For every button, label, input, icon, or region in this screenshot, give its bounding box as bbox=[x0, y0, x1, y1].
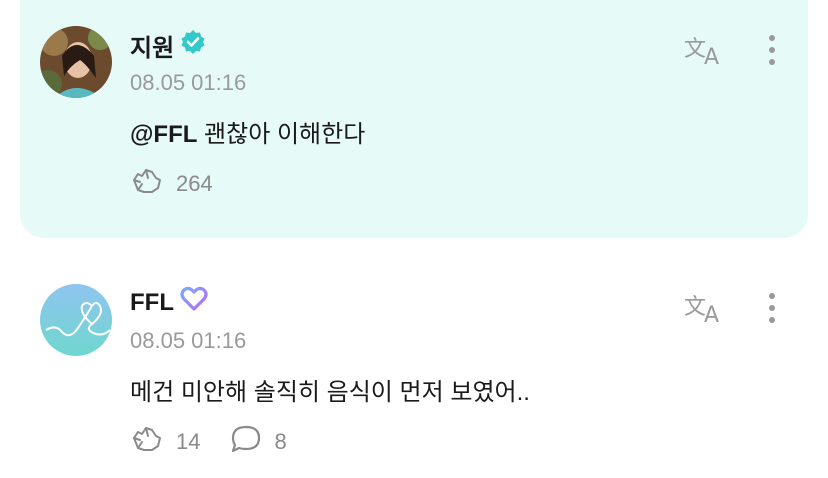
translate-icon[interactable]: 文 A bbox=[684, 32, 726, 70]
heart-badge-icon bbox=[180, 286, 208, 319]
author-name-row: FFL bbox=[130, 286, 208, 319]
svg-text:文: 文 bbox=[684, 37, 706, 62]
comment-count: 8 bbox=[274, 429, 287, 454]
svg-text:文: 文 bbox=[684, 295, 706, 320]
avatar[interactable] bbox=[40, 284, 112, 356]
post-actions: 14 8 bbox=[130, 424, 287, 460]
post-text: 메건 미안해 솔직히 음식이 먼저 보였어.. bbox=[130, 379, 530, 406]
comment-icon bbox=[230, 424, 262, 460]
like-icon bbox=[130, 424, 164, 460]
svg-text:A: A bbox=[704, 45, 719, 66]
like-count: 264 bbox=[176, 171, 213, 196]
timestamp: 08.05 01:16 bbox=[130, 70, 247, 95]
translate-icon[interactable]: 文 A bbox=[684, 290, 726, 328]
comment-button[interactable]: 8 bbox=[230, 424, 287, 460]
post: FFL 08.05 01:16 메건 미안해 솔직히 음식이 먼저 보였어.. bbox=[0, 260, 828, 478]
author-name[interactable]: FFL bbox=[130, 289, 174, 317]
svg-text:A: A bbox=[704, 303, 719, 324]
like-icon bbox=[130, 166, 164, 202]
like-button[interactable]: 14 bbox=[130, 424, 200, 460]
more-options-icon[interactable] bbox=[762, 290, 782, 326]
like-button[interactable]: 264 bbox=[130, 166, 213, 202]
avatar[interactable] bbox=[40, 26, 112, 98]
author-name-row: 지원 bbox=[130, 28, 206, 63]
author-name[interactable]: 지원 bbox=[130, 28, 174, 63]
like-count: 14 bbox=[176, 429, 201, 454]
post-highlighted: 지원 08.05 01:16 @FFL 괜찮아 이해한다 264 文 A bbox=[0, 0, 828, 238]
timestamp: 08.05 01:16 bbox=[130, 328, 247, 353]
post-actions: 264 bbox=[130, 166, 213, 202]
post-text: @FFL 괜찮아 이해한다 bbox=[130, 114, 365, 149]
more-options-icon[interactable] bbox=[762, 32, 782, 68]
mention-link[interactable]: @FFL bbox=[130, 121, 197, 148]
post-body: 괜찮아 이해한다 bbox=[197, 121, 366, 148]
verified-badge-icon bbox=[180, 29, 206, 62]
